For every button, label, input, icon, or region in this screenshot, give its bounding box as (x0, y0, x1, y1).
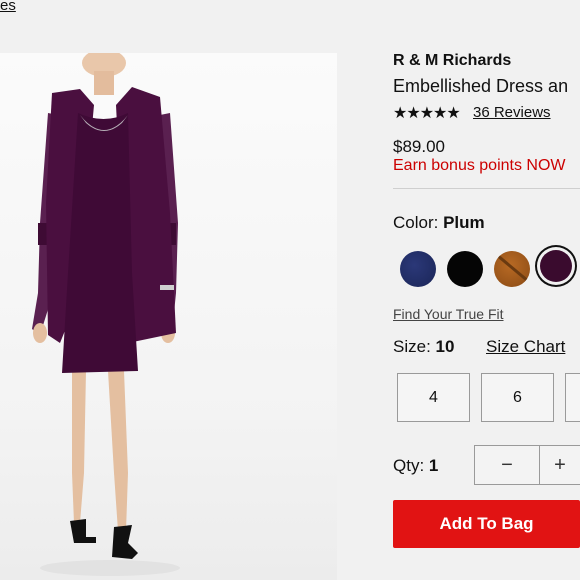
size-label-text: Size: (393, 337, 431, 356)
bonus-points-text: Earn bonus points NOW (393, 157, 566, 174)
star-rating-icon: ★★★★★ (393, 105, 461, 122)
size-option-next[interactable] (565, 373, 580, 422)
swatch-bronze[interactable] (494, 251, 530, 287)
qty-increment-button[interactable]: + (539, 445, 580, 485)
swatch-black[interactable] (447, 251, 483, 287)
product-price: $89.00 (393, 137, 445, 156)
add-to-bag-button[interactable]: Add To Bag (393, 500, 580, 548)
qty-decrement-button[interactable]: − (474, 445, 540, 485)
selected-size: 10 (435, 337, 455, 356)
product-brand: R & M Richards (393, 52, 512, 69)
qty-value: 1 (428, 456, 439, 475)
product-image[interactable] (0, 53, 337, 580)
product-title: Embellished Dress an (393, 76, 569, 96)
true-fit-link[interactable]: Find Your True Fit (393, 306, 504, 322)
color-label: Color: Plum (393, 213, 485, 233)
color-label-text: Color: (393, 213, 439, 232)
qty-label: Qty: 1 (393, 456, 438, 476)
size-option-4[interactable]: 4 (397, 373, 470, 422)
breadcrumb-link[interactable]: es (0, 0, 16, 14)
selected-color: Plum (443, 213, 485, 232)
model-illustration (32, 53, 180, 576)
reviews-link[interactable]: 36 Reviews (473, 104, 551, 121)
size-label: Size: 10 (393, 337, 454, 357)
swatch-plum[interactable] (540, 250, 572, 282)
size-chart-link[interactable]: Size Chart (486, 337, 565, 357)
swatch-navy[interactable] (400, 251, 436, 287)
size-option-6[interactable]: 6 (481, 373, 554, 422)
divider (393, 188, 580, 189)
qty-label-text: Qty: (393, 456, 425, 475)
